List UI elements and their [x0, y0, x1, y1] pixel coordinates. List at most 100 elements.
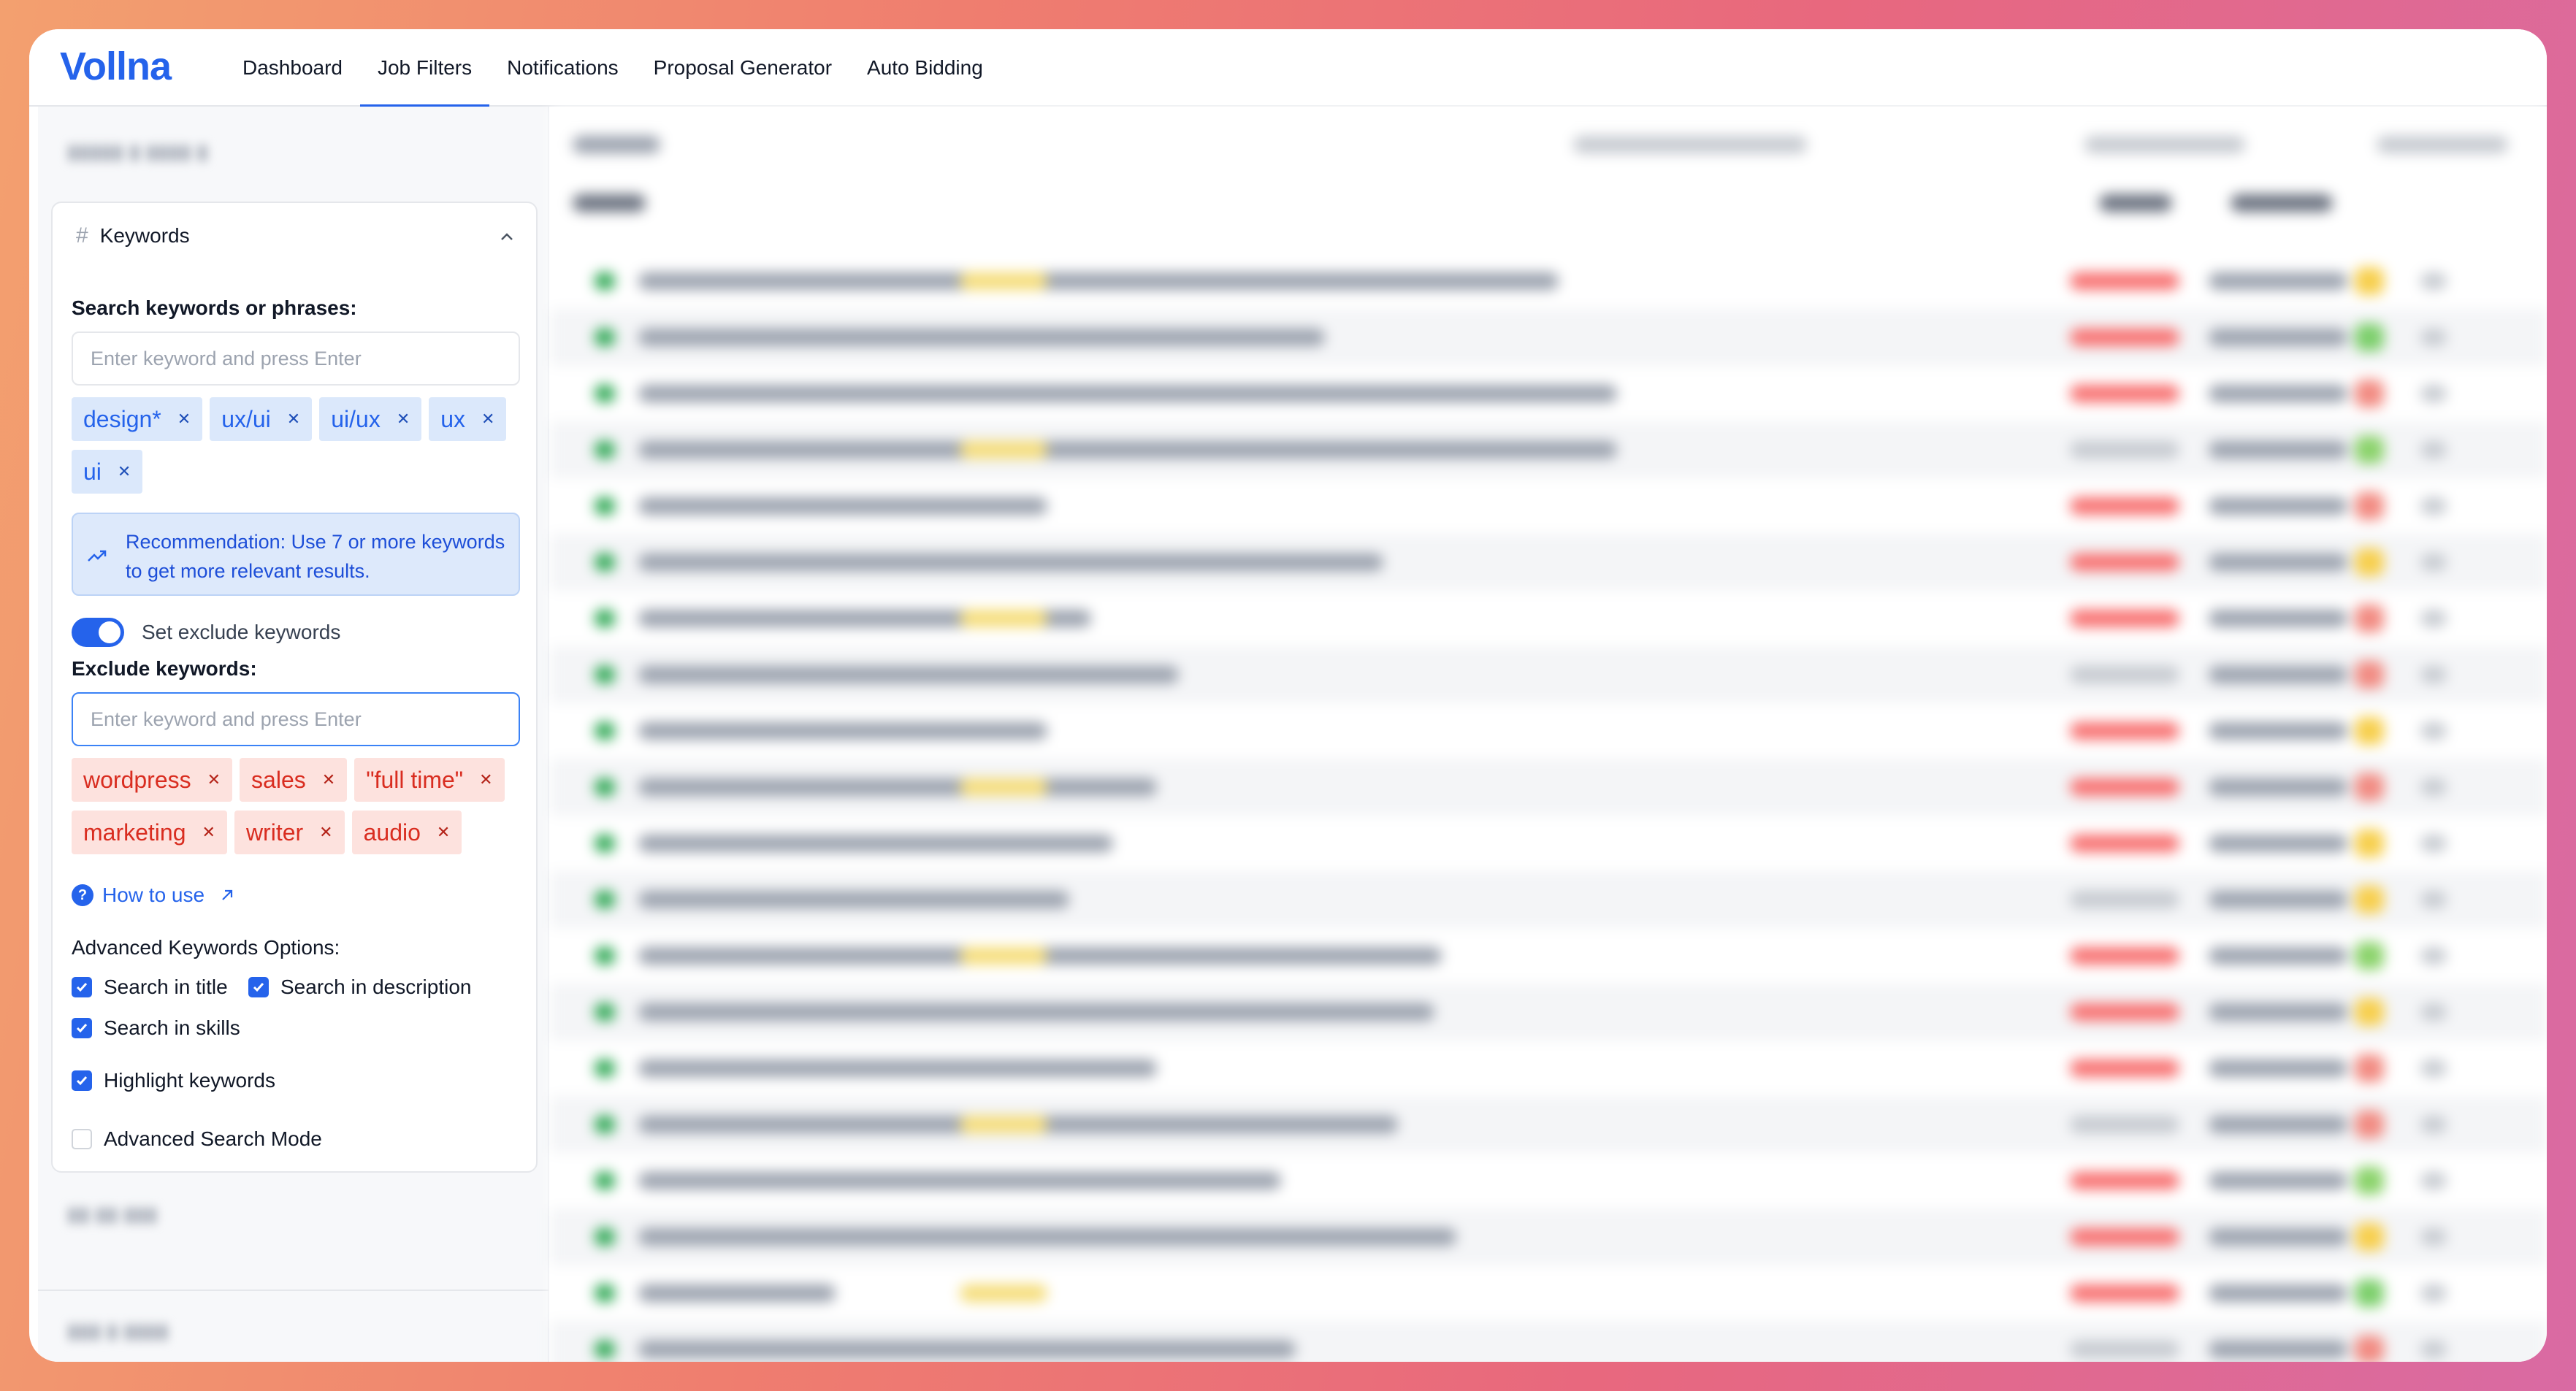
blurred-content: [2070, 1172, 2179, 1189]
search-in-title-option[interactable]: Search in title: [72, 976, 228, 999]
remove-tag-icon[interactable]: ✕: [202, 823, 215, 842]
blurred-content: [2070, 329, 2179, 346]
nav-item-notifications[interactable]: Notifications: [489, 29, 636, 107]
blurred-content: [2209, 1116, 2347, 1133]
exclude-tag[interactable]: sales ✕: [240, 758, 348, 802]
blurred-content: [595, 385, 615, 402]
nav-item-job-filters[interactable]: Job Filters: [359, 29, 490, 108]
blurred-content: [2070, 497, 2179, 515]
blurred-content: [2420, 272, 2447, 290]
exclude-tag[interactable]: "full time" ✕: [354, 758, 505, 802]
blurred-content: [595, 272, 615, 290]
blurred-content: [2420, 1172, 2447, 1189]
chevron-up-icon[interactable]: [500, 229, 514, 244]
keyword-tag[interactable]: design* ✕: [72, 397, 203, 441]
exclude-keywords-input[interactable]: [72, 692, 520, 746]
blurred-content: [2355, 998, 2384, 1026]
checkbox-unchecked-icon[interactable]: [72, 1129, 92, 1149]
blurred-content: [573, 194, 646, 212]
nav-item-proposal-generator[interactable]: Proposal Generator: [636, 29, 849, 107]
table-row: [551, 534, 2547, 591]
table-row: [551, 309, 2547, 366]
blurred-content: [2070, 1284, 2179, 1302]
remove-tag-icon[interactable]: ✕: [287, 410, 300, 429]
keyword-tag[interactable]: ui ✕: [72, 450, 143, 494]
remove-tag-icon[interactable]: ✕: [397, 410, 410, 429]
exclude-tag[interactable]: wordpress ✕: [72, 758, 233, 802]
blurred-content: [638, 497, 1047, 515]
remove-tag-icon[interactable]: ✕: [322, 770, 335, 789]
search-keywords-input[interactable]: [72, 332, 520, 386]
remove-tag-icon[interactable]: ✕: [319, 823, 332, 842]
table-row: [551, 927, 2547, 984]
table-row: [551, 1265, 2547, 1322]
checkbox-checked-icon[interactable]: [72, 977, 92, 997]
highlight-keywords-label: Highlight keywords: [104, 1069, 275, 1092]
exclude-tag[interactable]: writer ✕: [234, 811, 345, 854]
blurred-content: [595, 553, 615, 571]
blurred-content: [2355, 492, 2384, 520]
remove-tag-icon[interactable]: ✕: [481, 410, 494, 429]
blurred-content: [2420, 1003, 2447, 1021]
advanced-search-mode-option[interactable]: Advanced Search Mode: [72, 1127, 322, 1151]
recommendation-banner: Recommendation: Use 7 or more keywords t…: [72, 513, 520, 596]
blurred-content: [2355, 323, 2384, 351]
blurred-content: [2209, 1172, 2347, 1189]
remove-tag-icon[interactable]: ✕: [207, 770, 221, 789]
exclude-tag-label: audio: [363, 819, 421, 846]
table-row: [551, 759, 2547, 816]
how-to-use-link[interactable]: ? How to use: [72, 884, 235, 907]
remove-tag-icon[interactable]: ✕: [437, 823, 450, 842]
blurred-content: [2099, 194, 2172, 212]
nav-item-dashboard[interactable]: Dashboard: [225, 29, 360, 107]
highlight-keywords-option[interactable]: Highlight keywords: [72, 1069, 275, 1092]
search-in-description-option[interactable]: Search in description: [248, 976, 471, 999]
app-logo[interactable]: Vollna: [60, 44, 172, 89]
remove-tag-icon[interactable]: ✕: [118, 462, 131, 481]
search-keywords-label: Search keywords or phrases:: [72, 296, 357, 319]
checkbox-checked-icon[interactable]: [72, 1070, 92, 1091]
exclude-keywords-toggle[interactable]: [72, 618, 124, 647]
checkbox-checked-icon[interactable]: [248, 977, 269, 997]
search-in-skills-option[interactable]: Search in skills: [72, 1016, 240, 1040]
exclude-tag[interactable]: marketing ✕: [72, 811, 227, 854]
table-row: [551, 590, 2547, 647]
table-row: [551, 253, 2547, 310]
blurred-section-header: ▮▮▮ ▮ ▮▮▮▮: [67, 1319, 169, 1342]
blurred-content: [595, 1116, 615, 1133]
blurred-content: [960, 272, 1047, 290]
exclude-keywords-label: Exclude keywords:: [72, 657, 257, 680]
blurred-content: [2070, 722, 2179, 740]
exclude-tag-label: "full time": [366, 766, 464, 793]
exclude-tag[interactable]: audio ✕: [351, 811, 462, 854]
blurred-content: [638, 1341, 1296, 1358]
blurred-content: [2209, 497, 2347, 515]
table-row: [551, 365, 2547, 422]
remove-tag-icon[interactable]: ✕: [177, 410, 191, 429]
blurred-content: [2355, 829, 2384, 857]
exclude-tag-label: marketing: [83, 819, 186, 846]
keywords-card-header[interactable]: # Keywords: [76, 223, 190, 248]
keyword-tag-label: ux: [440, 405, 466, 432]
nav-item-auto-bidding[interactable]: Auto Bidding: [849, 29, 1001, 107]
keywords-title: Keywords: [99, 224, 190, 247]
remove-tag-icon[interactable]: ✕: [479, 770, 492, 789]
blurred-content: [638, 329, 1325, 346]
blurred-content: [595, 1003, 615, 1021]
blurred-content: [638, 1172, 1281, 1189]
checkbox-checked-icon[interactable]: [72, 1018, 92, 1038]
exclude-tag-label: sales: [251, 766, 306, 793]
blurred-content: [1573, 136, 1807, 153]
blurred-content: [2209, 272, 2347, 290]
blurred-content: [638, 1284, 836, 1302]
keyword-tag[interactable]: ux ✕: [429, 397, 507, 441]
blurred-content: [2209, 947, 2347, 965]
keyword-tag-label: design*: [83, 405, 161, 432]
table-row: [551, 1321, 2547, 1362]
include-keyword-tags: design* ✕ ux/ui ✕ ui/ux ✕ ux ✕ ui ✕: [72, 397, 524, 494]
blurred-content: [2070, 1228, 2179, 1246]
keyword-tag[interactable]: ux/ui ✕: [210, 397, 313, 441]
keyword-tag[interactable]: ui/ux ✕: [319, 397, 422, 441]
blurred-content: [2420, 329, 2447, 346]
blurred-content: [2355, 436, 2384, 464]
